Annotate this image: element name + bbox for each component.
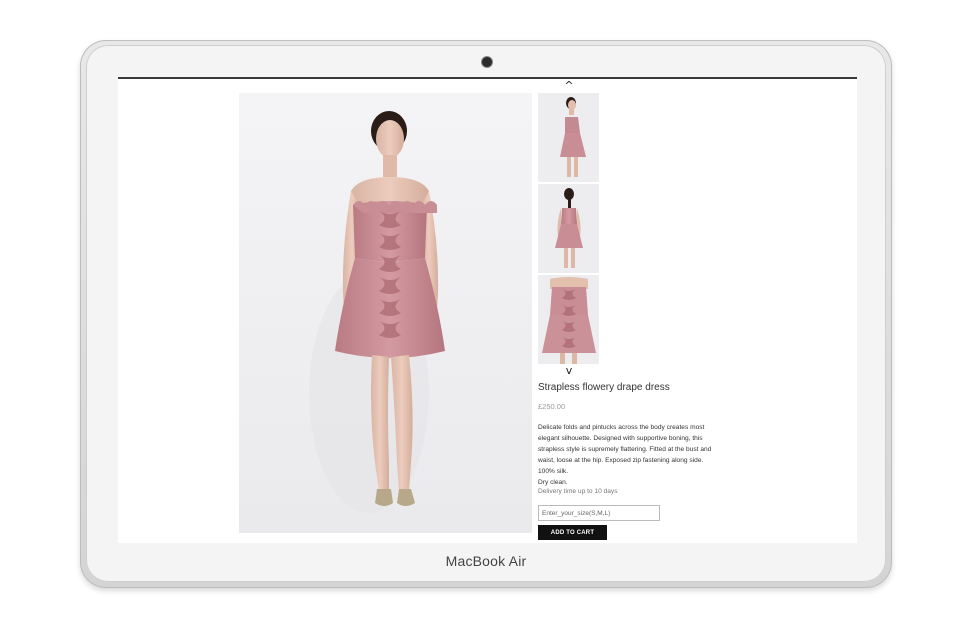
webcam-icon: [482, 57, 492, 67]
screen: ^ v Strapless flowery drape dress £250.0…: [118, 77, 857, 543]
product-price: £250.00: [538, 402, 566, 411]
device-brand-label: MacBook Air: [445, 553, 527, 569]
product-details: Strapless flowery drape dress £250.00 De…: [538, 382, 738, 540]
description-line: Dry clean.: [538, 479, 568, 486]
add-to-cart-button[interactable]: ADD TO CART: [538, 525, 607, 540]
model-in-dress-illustration: [239, 93, 532, 533]
thumbnail-carousel: ^ v: [538, 80, 600, 378]
description-line: strapless style is supremely flattering.…: [538, 446, 712, 453]
delivery-time: Delivery time up to 10 days: [538, 488, 618, 495]
carousel-up-arrow-icon[interactable]: ^: [538, 80, 600, 93]
thumbnail-detail-image: [538, 275, 599, 364]
thumbnail-back-view[interactable]: [538, 184, 599, 273]
main-product-image: [239, 93, 532, 533]
description-line: elegant silhouette. Designed with suppor…: [538, 435, 703, 442]
carousel-down-arrow-icon[interactable]: v: [538, 365, 600, 378]
description-line: Delicate folds and pintucks across the b…: [538, 424, 705, 431]
thumbnail-side-image: [538, 93, 599, 182]
thumbnail-back-image: [538, 184, 599, 273]
description-line: 100% silk.: [538, 468, 569, 475]
size-input[interactable]: [538, 505, 660, 521]
product-title: Strapless flowery drape dress: [538, 382, 670, 393]
product-description: Delicate folds and pintucks across the b…: [538, 422, 738, 488]
thumbnail-side-view[interactable]: [538, 93, 599, 182]
description-line: waist, loose at the hip. Exposed zip fas…: [538, 457, 704, 464]
thumbnail-detail-view[interactable]: [538, 275, 599, 364]
